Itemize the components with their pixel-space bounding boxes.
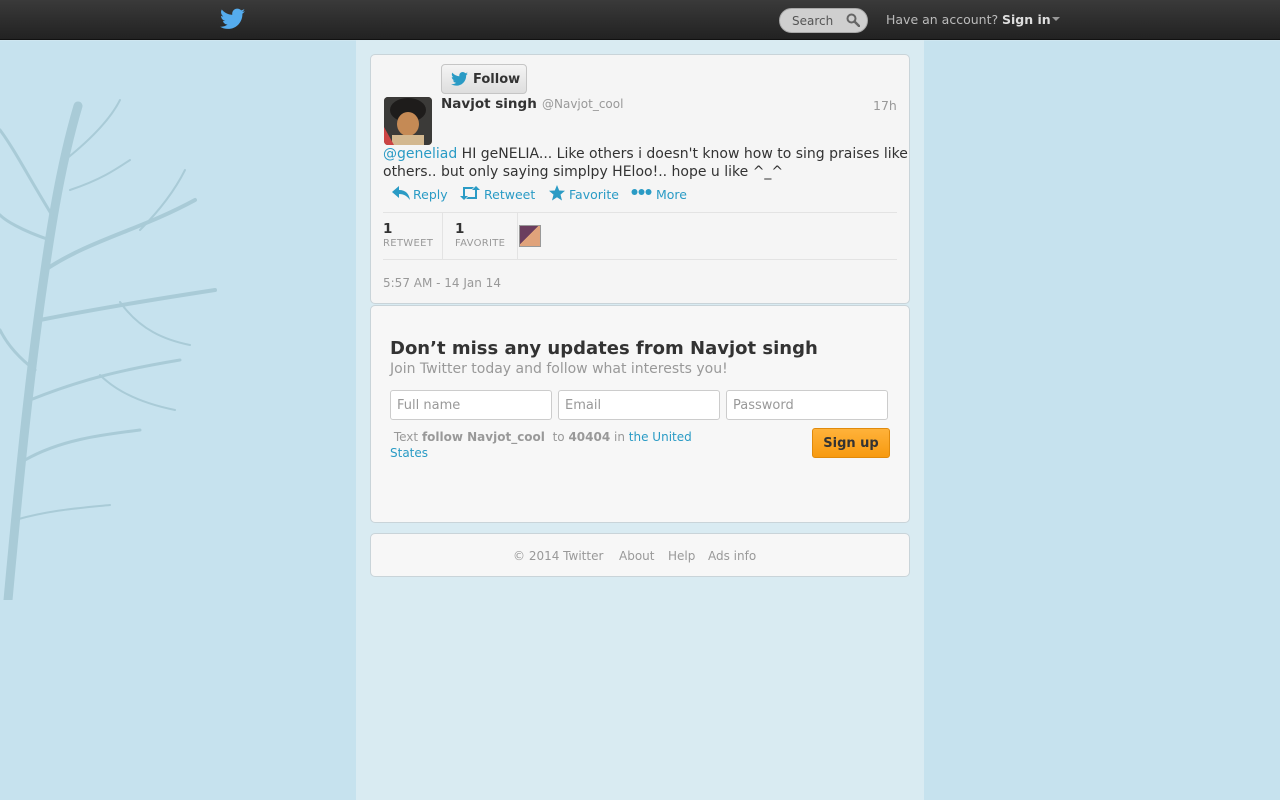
favorites-count: 1: [455, 221, 465, 237]
retweet-button[interactable]: Retweet: [459, 185, 535, 203]
tweet-stats: 1 RETWEET 1 FAVORITE: [383, 212, 897, 260]
more-button[interactable]: More: [631, 185, 693, 203]
favorite-button[interactable]: Favorite: [548, 185, 620, 203]
footer-about-link[interactable]: About: [619, 549, 654, 563]
tweet-body: HI geNELIA... Like others i doesn't know…: [383, 146, 908, 180]
sms-to-label: to: [552, 430, 565, 444]
sign-up-button[interactable]: Sign up: [812, 428, 890, 458]
tweet-time-ago[interactable]: 17h: [873, 98, 897, 113]
retweets-stat[interactable]: 1 RETWEET: [383, 213, 443, 259]
search-placeholder: Search: [792, 14, 834, 28]
password-field[interactable]: [726, 390, 888, 420]
more-label: More: [656, 187, 687, 202]
tweet-actions: Reply Retweet Favorite More: [391, 185, 711, 203]
sign-in-link[interactable]: Sign in: [1002, 12, 1051, 27]
tweet-timestamp[interactable]: 5:57 AM - 14 Jan 14: [383, 276, 501, 290]
footer: © 2014 Twitter About Help Ads info: [370, 533, 910, 577]
more-dots-icon: [631, 189, 652, 195]
favorite-label: Favorite: [569, 187, 619, 202]
background-tree-image: [0, 99, 217, 600]
chevron-down-icon[interactable]: [1052, 17, 1060, 21]
footer-help-link[interactable]: Help: [668, 549, 695, 563]
retweets-count: 1: [383, 221, 393, 237]
author-handle[interactable]: @Navjot_cool: [542, 97, 623, 111]
stat-divider: [442, 213, 443, 259]
reply-button[interactable]: Reply: [391, 185, 449, 203]
mention-link[interactable]: @geneliad: [383, 146, 457, 162]
retweet-icon: [460, 186, 480, 200]
avatar[interactable]: [384, 97, 432, 145]
footer-copyright: © 2014 Twitter: [513, 549, 604, 563]
footer-links: © 2014 Twitter About Help Ads info: [371, 549, 911, 565]
favorites-label: FAVORITE: [455, 238, 506, 249]
signup-title: Don’t miss any updates from Navjot singh: [390, 338, 818, 359]
tweet-text: @geneliad HI geNELIA... Like others i do…: [383, 145, 908, 181]
full-name-field[interactable]: [390, 390, 552, 420]
author-name[interactable]: Navjot singh: [441, 96, 537, 112]
sms-follow-instructions: Text follow Navjot_cool to 40404 in the …: [390, 429, 720, 461]
favorites-stat[interactable]: 1 FAVORITE: [455, 213, 515, 259]
signup-subtitle: Join Twitter today and follow what inter…: [390, 361, 728, 377]
sms-text-label: Text: [393, 430, 419, 444]
follow-button[interactable]: Follow: [441, 64, 527, 94]
have-account-text: Have an account?: [886, 12, 999, 27]
footer-ads-info-link[interactable]: Ads info: [708, 549, 756, 563]
reply-arrow-icon: [392, 186, 410, 200]
twitter-bird-icon: [451, 72, 468, 86]
stat-divider: [517, 213, 518, 259]
reply-label: Reply: [413, 187, 448, 202]
search-box[interactable]: Search: [779, 8, 868, 33]
signup-card: Don’t miss any updates from Navjot singh…: [370, 305, 910, 523]
retweet-label: Retweet: [484, 187, 536, 202]
twitter-bird-logo-icon[interactable]: [220, 8, 245, 30]
sms-number: 40404: [568, 430, 611, 444]
retweets-label: RETWEET: [383, 238, 434, 249]
sms-command: follow Navjot_cool: [421, 430, 545, 444]
star-icon: [549, 185, 565, 201]
tweet-card: Follow Navjot singh @Navjot_cool 17h @ge…: [370, 54, 910, 304]
sms-in-label: in: [614, 430, 625, 444]
favoriter-avatar[interactable]: [519, 225, 541, 247]
top-navigation-bar: Search Have an account? Sign in: [0, 0, 1280, 40]
follow-label: Follow: [473, 72, 521, 87]
email-field[interactable]: [558, 390, 720, 420]
avatar-photo-image: [384, 97, 432, 145]
magnifier-search-icon[interactable]: [846, 13, 860, 27]
